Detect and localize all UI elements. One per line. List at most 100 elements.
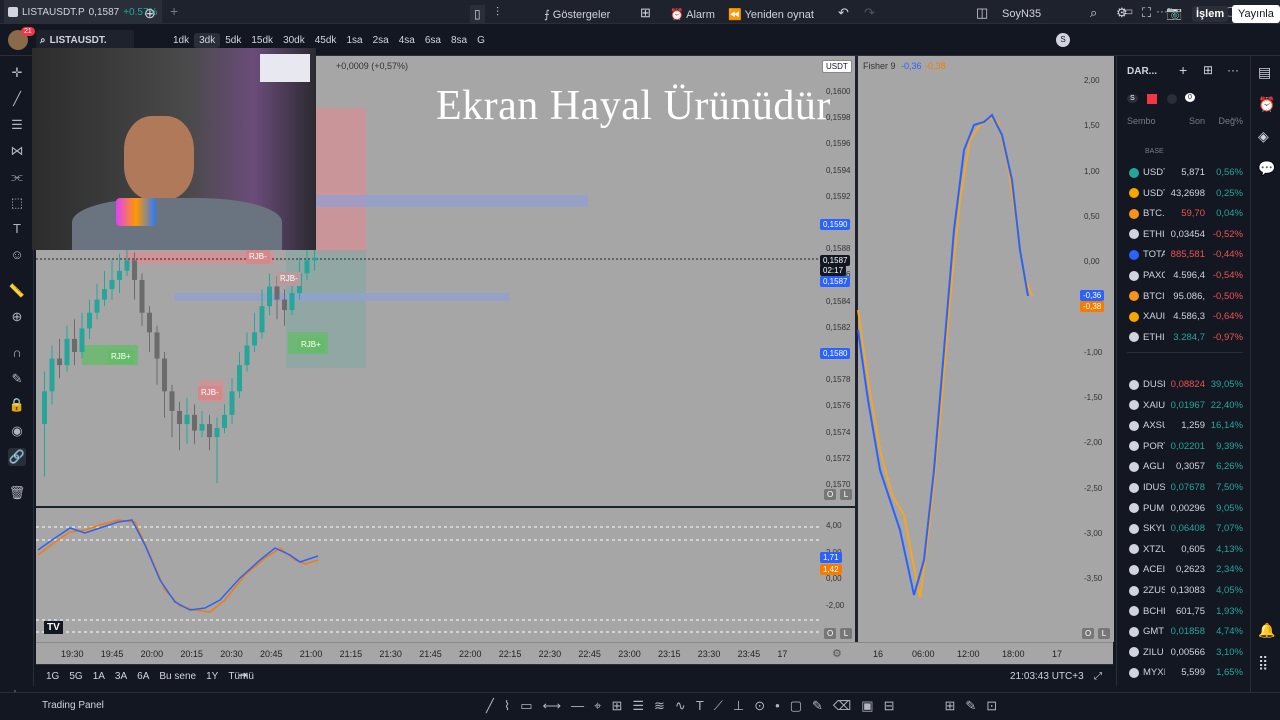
col-last[interactable]: Son bbox=[1163, 116, 1205, 130]
watch-row[interactable]: IDUS 0,07678 7,50% bbox=[1117, 477, 1250, 498]
fisher-tick: 1,00 bbox=[1084, 166, 1100, 176]
time-axis-settings-icon[interactable]: ⚙ bbox=[832, 647, 842, 660]
col-symbol[interactable]: Sembo bbox=[1117, 116, 1163, 130]
hline-tool-icon[interactable]: — bbox=[571, 698, 584, 714]
watch-row[interactable]: GMT 0,01858 4,74% bbox=[1117, 621, 1250, 642]
price-tick: 0,1570 bbox=[826, 480, 851, 489]
ray-tool-icon[interactable]: ⟷ bbox=[542, 698, 561, 714]
screen-icon[interactable]: ⊡ bbox=[986, 698, 997, 714]
osc-auto-button[interactable]: O bbox=[824, 628, 836, 639]
watch-row[interactable]: USDT 43,2698 0,25% bbox=[1117, 183, 1250, 204]
watch-row[interactable]: PAXG 4.596,4 -0,54% bbox=[1117, 265, 1250, 286]
watch-row[interactable]: DUSI 0,08824 39,05% bbox=[1117, 374, 1250, 395]
frame-tool-icon[interactable]: ▣ bbox=[861, 698, 873, 714]
watchlist-more-icon[interactable]: ··· bbox=[1227, 63, 1239, 77]
row-change: 4,74% bbox=[1216, 626, 1243, 638]
dot-tool-icon[interactable]: • bbox=[775, 698, 780, 714]
watch-row[interactable]: AGLI 0,3057 6,26% bbox=[1117, 456, 1250, 477]
watchlist-layout-icon[interactable]: ⊞ bbox=[1203, 63, 1213, 77]
auto-scale-button[interactable]: O bbox=[824, 489, 836, 500]
curve-tool-icon[interactable]: ∿ bbox=[675, 698, 686, 714]
watch-row[interactable]: PORT 0,02201 9,39% bbox=[1117, 436, 1250, 457]
date-range-icon[interactable]: ⇥ bbox=[238, 668, 248, 682]
pitchfork-tool-icon[interactable]: ⟋ bbox=[714, 698, 723, 714]
symbol-icon bbox=[1129, 249, 1139, 260]
section-base[interactable]: BASE bbox=[1145, 148, 1164, 155]
line-tool-icon[interactable]: ╱ bbox=[486, 698, 494, 714]
pencil-tool-icon[interactable]: ✎ bbox=[812, 698, 823, 714]
bell-icon[interactable]: 🔔 bbox=[1258, 622, 1275, 639]
range-0[interactable]: 1G bbox=[46, 671, 59, 682]
candle-body bbox=[244, 345, 250, 366]
measure-tool-icon[interactable]: ⊥ bbox=[733, 698, 744, 714]
watch-row[interactable]: PUM 0,00296 9,05% bbox=[1117, 498, 1250, 519]
change-line: +0,0009 (+0,57%) bbox=[336, 61, 409, 71]
eraser-tool-icon[interactable]: ⌫ bbox=[833, 698, 851, 714]
watchlist-icon[interactable]: ▤ bbox=[1258, 64, 1271, 81]
watch-row[interactable]: ETHI 3.284,7 -0,97% bbox=[1117, 327, 1250, 348]
watch-row[interactable]: XAIU 0,01967 22,40% bbox=[1117, 395, 1250, 416]
layers-icon[interactable]: ◈ bbox=[1258, 128, 1269, 145]
candle-body bbox=[132, 260, 137, 280]
circle-tool-icon[interactable]: ⊙ bbox=[754, 698, 765, 714]
grid-layout-icon[interactable]: ⊞ bbox=[944, 698, 955, 714]
watch-row[interactable]: SKYL 0,06408 7,07% bbox=[1117, 518, 1250, 539]
fisher-auto-button[interactable]: O bbox=[1082, 628, 1094, 639]
watch-row[interactable]: BTCI 95.086, -0,50% bbox=[1117, 286, 1250, 307]
flag-dot-icon[interactable] bbox=[1167, 94, 1177, 104]
symbol-icon bbox=[1129, 482, 1139, 493]
callout-tool-icon[interactable]: ▭ bbox=[520, 698, 532, 714]
watch-row[interactable]: AXSU 1,259 16,14% bbox=[1117, 415, 1250, 436]
panel-tool-icon[interactable]: ⊟ bbox=[884, 698, 895, 714]
watchlist-title[interactable]: DAR... bbox=[1127, 66, 1157, 77]
add-symbol-icon[interactable]: + bbox=[1179, 62, 1187, 78]
chat-icon[interactable]: 💬 bbox=[1258, 160, 1275, 177]
watch-row[interactable]: XAUI 4.586,3 -0,64% bbox=[1117, 306, 1250, 327]
row-change: 3,10% bbox=[1216, 646, 1243, 658]
range-6[interactable]: 1Y bbox=[206, 671, 218, 682]
range-3[interactable]: 3A bbox=[115, 671, 127, 682]
edit-icon[interactable]: ✎ bbox=[965, 698, 976, 714]
symbol-icon bbox=[1129, 441, 1139, 452]
fib-tool-icon[interactable]: ☰ bbox=[632, 698, 644, 714]
expand-icon[interactable]: ⤢ bbox=[1094, 671, 1102, 682]
osc-tick: 4,00 bbox=[826, 521, 842, 530]
watch-row[interactable]: 2ZUS 0,13083 4,05% bbox=[1117, 580, 1250, 601]
channel-tool-icon[interactable]: ≋ bbox=[654, 698, 665, 714]
text-tool-icon[interactable]: T bbox=[696, 698, 704, 714]
watch-badge-zero[interactable]: 0 bbox=[1185, 93, 1195, 102]
currency-selector[interactable]: USDT bbox=[822, 60, 852, 73]
range-1[interactable]: 5G bbox=[69, 671, 82, 682]
watch-row[interactable]: MYXI 5,599 1,65% bbox=[1117, 662, 1250, 683]
col-change[interactable]: Değ% bbox=[1205, 116, 1250, 130]
watch-row[interactable]: USDT 5,871 0,56% bbox=[1117, 162, 1250, 183]
watch-row[interactable]: TOTA 885,581 -0,44% bbox=[1117, 244, 1250, 265]
watch-badge-s[interactable]: S bbox=[1127, 94, 1138, 103]
note-tool-icon[interactable]: ▢ bbox=[790, 698, 802, 714]
path-tool-icon[interactable]: ⌇ bbox=[504, 698, 510, 714]
range-5[interactable]: Bu sene bbox=[159, 671, 196, 682]
row-last: 5,599 bbox=[1181, 667, 1205, 679]
apps-icon[interactable]: ⣿ bbox=[1258, 654, 1268, 671]
watchlist-header: Sembo Son Değ% bbox=[1117, 116, 1250, 130]
watch-row[interactable]: ZILU 0,00566 3,10% bbox=[1117, 642, 1250, 663]
fisher-log-button[interactable]: L bbox=[1098, 628, 1110, 639]
alerts-icon[interactable]: ⏰ bbox=[1258, 96, 1275, 113]
log-scale-button[interactable]: L bbox=[840, 489, 852, 500]
watch-row[interactable]: BTC. 59,70 0,04% bbox=[1117, 203, 1250, 224]
osc-tick: -2,00 bbox=[826, 600, 845, 610]
watch-row[interactable]: BCHI 601,75 1,93% bbox=[1117, 601, 1250, 622]
osc-log-button[interactable]: L bbox=[840, 628, 852, 639]
range-4[interactable]: 6A bbox=[137, 671, 149, 682]
trading-panel-tab[interactable]: Trading Panel bbox=[42, 700, 104, 711]
grid-tool-icon[interactable]: ⊞ bbox=[611, 698, 622, 714]
watch-row[interactable]: ETHI 0,03454 -0,52% bbox=[1117, 224, 1250, 245]
range-2[interactable]: 1A bbox=[93, 671, 105, 682]
brush-tool-icon[interactable]: ⌖ bbox=[594, 698, 601, 714]
flag-red-icon[interactable] bbox=[1147, 94, 1157, 104]
watch-row[interactable]: XTZU 0,605 4,13% bbox=[1117, 539, 1250, 560]
watch-row[interactable]: ACEI 0,2623 2,34% bbox=[1117, 559, 1250, 580]
row-change: -0,52% bbox=[1212, 228, 1243, 240]
row-symbol: TOTA bbox=[1143, 249, 1165, 261]
clock[interactable]: 21:03:43 UTC+3 bbox=[1010, 671, 1084, 682]
